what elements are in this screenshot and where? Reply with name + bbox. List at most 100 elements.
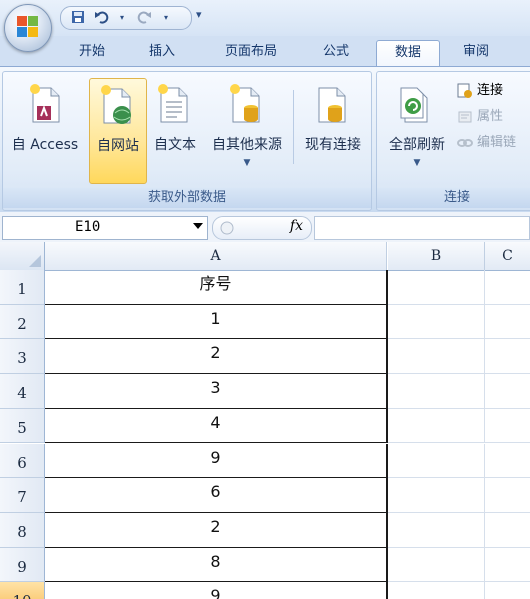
refresh-all-button[interactable]: 全部刷新 ▼ — [381, 78, 453, 182]
other-sources-icon — [230, 84, 260, 123]
formula-input[interactable] — [314, 216, 530, 240]
cell-b7[interactable] — [388, 478, 485, 513]
from-other-sources-label: 自其他来源 — [212, 137, 282, 153]
from-access-button[interactable]: 自 Access — [7, 78, 83, 182]
cell-b5[interactable] — [388, 408, 485, 444]
cell-a7[interactable]: 6 — [45, 478, 388, 513]
tab-page-layout[interactable]: 页面布局 — [208, 40, 294, 66]
undo-dropdown-icon[interactable]: ▾ — [113, 10, 131, 26]
properties-button[interactable]: 属性 — [457, 106, 503, 128]
name-box-value: E10 — [75, 219, 101, 235]
row-header-9[interactable]: 9 — [0, 547, 45, 583]
redo-icon[interactable] — [135, 10, 153, 26]
title-bar: ▾ ▾ ▾ — [0, 0, 530, 36]
tab-review[interactable]: 审阅 — [446, 40, 506, 66]
cell-a8[interactable]: 2 — [45, 512, 388, 548]
edit-links-label: 编辑链 — [477, 135, 517, 150]
existing-connections-label: 现有连接 — [305, 137, 361, 153]
cell-b8[interactable] — [388, 512, 485, 548]
circle-icon — [220, 221, 234, 235]
cell-a1[interactable]: 序号 — [45, 270, 388, 305]
undo-icon[interactable] — [93, 10, 111, 26]
from-other-sources-button[interactable]: 自其他来源 ▼ — [205, 78, 289, 182]
formula-bar: E10 fx — [0, 212, 530, 243]
existing-connections-icon — [318, 87, 346, 123]
ribbon-tabs: 开始 插入 页面布局 公式 数据 审阅 — [0, 36, 530, 67]
cell-b3[interactable] — [388, 339, 485, 375]
redo-dropdown-icon[interactable]: ▾ — [157, 10, 175, 26]
cell-a3[interactable]: 2 — [45, 339, 388, 375]
cell-b4[interactable] — [388, 374, 485, 409]
row-header-1[interactable]: 1 — [0, 270, 45, 305]
refresh-icon — [400, 87, 428, 123]
column-header-b[interactable]: B — [388, 242, 485, 271]
connections-icon — [457, 83, 472, 98]
column-header-c[interactable]: C — [485, 242, 530, 271]
row-header-6[interactable]: 6 — [0, 443, 45, 479]
refresh-dropdown-icon: ▼ — [413, 158, 421, 168]
cell-a9[interactable]: 8 — [45, 547, 388, 583]
name-box[interactable]: E10 — [2, 216, 208, 240]
connections-group-label: 连接 — [377, 188, 530, 208]
cell-c10[interactable] — [485, 582, 530, 599]
from-access-label: 自 Access — [11, 137, 79, 153]
column-header-a[interactable]: A — [45, 242, 387, 271]
tab-data[interactable]: 数据 — [376, 40, 440, 67]
row-header-7[interactable]: 7 — [0, 478, 45, 513]
cell-c2[interactable] — [485, 305, 530, 340]
web-icon — [101, 85, 131, 124]
connections-label: 连接 — [477, 83, 504, 98]
cell-a6[interactable]: 9 — [45, 443, 388, 479]
get-external-data-group: 自 Access 自网站 自文本 自其他来源 ▼ 现有连接 获取外部数据 — [2, 71, 372, 211]
function-area: fx — [212, 216, 312, 240]
insert-function-button[interactable]: fx — [290, 218, 303, 234]
tab-formulas[interactable]: 公式 — [304, 40, 368, 66]
tab-home[interactable]: 开始 — [62, 40, 122, 66]
properties-label: 属性 — [477, 109, 504, 124]
from-web-button[interactable]: 自网站 — [89, 78, 147, 184]
properties-icon — [458, 111, 472, 122]
quick-access-toolbar: ▾ ▾ — [60, 6, 192, 30]
get-external-data-group-label: 获取外部数据 — [3, 188, 371, 208]
cell-b6[interactable] — [388, 443, 485, 479]
text-icon — [158, 84, 188, 123]
office-button[interactable] — [4, 4, 52, 52]
row-header-2[interactable]: 2 — [0, 304, 45, 340]
connections-button[interactable]: 连接 — [457, 80, 503, 102]
cell-c8[interactable] — [485, 513, 530, 548]
select-all-button[interactable] — [0, 242, 45, 271]
save-icon[interactable] — [69, 10, 87, 26]
refresh-all-label: 全部刷新 — [389, 137, 445, 153]
cell-a2[interactable]: 1 — [45, 304, 388, 340]
row-header-5[interactable]: 5 — [0, 408, 45, 444]
cell-c1[interactable] — [485, 270, 530, 305]
cell-a5[interactable]: 4 — [45, 408, 388, 444]
name-box-dropdown-icon[interactable] — [193, 223, 203, 229]
row-header-3[interactable]: 3 — [0, 339, 45, 375]
other-sources-dropdown-icon: ▼ — [243, 158, 251, 168]
cell-b9[interactable] — [388, 547, 485, 583]
cell-b2[interactable] — [388, 304, 485, 340]
link-icon — [457, 138, 473, 147]
cell-c6[interactable] — [485, 444, 530, 479]
cell-c5[interactable] — [485, 409, 530, 444]
ribbon: 自 Access 自网站 自文本 自其他来源 ▼ 现有连接 获取外部数据 全部刷… — [0, 66, 530, 214]
cell-a4[interactable]: 3 — [45, 374, 388, 409]
cell-c3[interactable] — [485, 339, 530, 375]
row-header-4[interactable]: 4 — [0, 374, 45, 409]
row-header-10[interactable]: 10 — [0, 582, 45, 599]
cell-b1[interactable] — [388, 270, 485, 305]
office-logo-icon — [17, 16, 39, 38]
cell-c7[interactable] — [485, 478, 530, 513]
connections-group: 全部刷新 ▼ 连接 属性 编辑链 连接 — [376, 71, 530, 211]
tab-insert[interactable]: 插入 — [132, 40, 192, 66]
cell-c4[interactable] — [485, 374, 530, 409]
row-header-8[interactable]: 8 — [0, 512, 45, 548]
existing-connections-button[interactable]: 现有连接 — [299, 78, 367, 182]
cell-c9[interactable] — [485, 548, 530, 583]
edit-links-button[interactable]: 编辑链 — [457, 132, 516, 154]
customize-arrow-icon[interactable]: ▾ — [196, 8, 202, 21]
from-text-button[interactable]: 自文本 — [147, 78, 203, 182]
cell-a10[interactable]: 9 — [45, 582, 388, 599]
cell-b10[interactable] — [388, 582, 485, 599]
